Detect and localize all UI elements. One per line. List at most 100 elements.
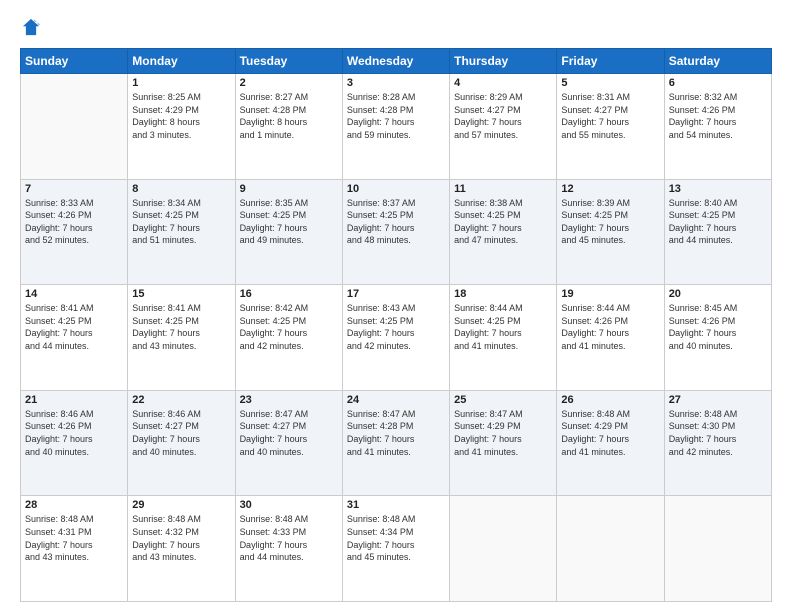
day-info: Sunrise: 8:48 AM Sunset: 4:33 PM Dayligh… [240, 513, 338, 563]
day-number: 11 [454, 183, 552, 195]
calendar-header-thursday: Thursday [450, 49, 557, 74]
day-info: Sunrise: 8:33 AM Sunset: 4:26 PM Dayligh… [25, 197, 123, 247]
day-info: Sunrise: 8:46 AM Sunset: 4:27 PM Dayligh… [132, 408, 230, 458]
day-info: Sunrise: 8:28 AM Sunset: 4:28 PM Dayligh… [347, 91, 445, 141]
day-info: Sunrise: 8:41 AM Sunset: 4:25 PM Dayligh… [132, 302, 230, 352]
calendar-cell: 19 Sunrise: 8:44 AM Sunset: 4:26 PM Dayli… [557, 285, 664, 391]
day-info: Sunrise: 8:35 AM Sunset: 4:25 PM Dayligh… [240, 197, 338, 247]
calendar-cell: 14Sunrise: 8:41 AM Sunset: 4:25 PM Dayli… [21, 285, 128, 391]
calendar-cell: 17 Sunrise: 8:43 AM Sunset: 4:25 PM Dayli… [342, 285, 449, 391]
header [20, 16, 772, 38]
day-info: Sunrise: 8:47 AM Sunset: 4:28 PM Dayligh… [347, 408, 445, 458]
day-info: Sunrise: 8:29 AM Sunset: 4:27 PM Dayligh… [454, 91, 552, 141]
calendar-cell [450, 496, 557, 602]
day-info: Sunrise: 8:34 AM Sunset: 4:25 PM Dayligh… [132, 197, 230, 247]
logo [20, 16, 46, 38]
calendar-cell: 26Sunrise: 8:48 AM Sunset: 4:29 PM Dayli… [557, 390, 664, 496]
day-info: Sunrise: 8:39 AM Sunset: 4:25 PM Dayligh… [561, 197, 659, 247]
calendar-cell: 1 Sunrise: 8:25 AM Sunset: 4:29 PM Daylig… [128, 74, 235, 180]
calendar-cell: 7 Sunrise: 8:33 AM Sunset: 4:26 PM Daylig… [21, 179, 128, 285]
calendar-header-sunday: Sunday [21, 49, 128, 74]
day-number: 19 [561, 288, 659, 300]
day-info: Sunrise: 8:48 AM Sunset: 4:30 PM Dayligh… [669, 408, 767, 458]
day-number: 2 [240, 77, 338, 89]
calendar-table: SundayMondayTuesdayWednesdayThursdayFrid… [20, 48, 772, 602]
calendar-cell: 16 Sunrise: 8:42 AM Sunset: 4:25 PM Dayli… [235, 285, 342, 391]
calendar-cell: 29Sunrise: 8:48 AM Sunset: 4:32 PM Dayli… [128, 496, 235, 602]
day-info: Sunrise: 8:43 AM Sunset: 4:25 PM Dayligh… [347, 302, 445, 352]
day-number: 10 [347, 183, 445, 195]
day-number: 24 [347, 394, 445, 406]
day-number: 15 [132, 288, 230, 300]
calendar-cell: 10 Sunrise: 8:37 AM Sunset: 4:25 PM Dayli… [342, 179, 449, 285]
day-info: Sunrise: 8:48 AM Sunset: 4:29 PM Dayligh… [561, 408, 659, 458]
day-number: 12 [561, 183, 659, 195]
calendar-week-row: 1 Sunrise: 8:25 AM Sunset: 4:29 PM Daylig… [21, 74, 772, 180]
day-number: 21 [25, 394, 123, 406]
day-info: Sunrise: 8:27 AM Sunset: 4:28 PM Dayligh… [240, 91, 338, 141]
day-info: Sunrise: 8:40 AM Sunset: 4:25 PM Dayligh… [669, 197, 767, 247]
calendar-cell: 6 Sunrise: 8:32 AM Sunset: 4:26 PM Daylig… [664, 74, 771, 180]
calendar-cell: 23 Sunrise: 8:47 AM Sunset: 4:27 PM Dayli… [235, 390, 342, 496]
day-number: 9 [240, 183, 338, 195]
calendar-cell: 31 Sunrise: 8:48 AM Sunset: 4:34 PM Dayli… [342, 496, 449, 602]
calendar-cell: 25 Sunrise: 8:47 AM Sunset: 4:29 PM Dayli… [450, 390, 557, 496]
day-number: 31 [347, 499, 445, 511]
day-number: 27 [669, 394, 767, 406]
calendar-cell: 27 Sunrise: 8:48 AM Sunset: 4:30 PM Dayli… [664, 390, 771, 496]
calendar-cell: 18Sunrise: 8:44 AM Sunset: 4:25 PM Dayli… [450, 285, 557, 391]
day-info: Sunrise: 8:46 AM Sunset: 4:26 PM Dayligh… [25, 408, 123, 458]
calendar-header-friday: Friday [557, 49, 664, 74]
day-info: Sunrise: 8:47 AM Sunset: 4:29 PM Dayligh… [454, 408, 552, 458]
calendar-cell: 24 Sunrise: 8:47 AM Sunset: 4:28 PM Dayli… [342, 390, 449, 496]
calendar-header-saturday: Saturday [664, 49, 771, 74]
calendar-cell: 30 Sunrise: 8:48 AM Sunset: 4:33 PM Dayli… [235, 496, 342, 602]
day-info: Sunrise: 8:37 AM Sunset: 4:25 PM Dayligh… [347, 197, 445, 247]
day-number: 22 [132, 394, 230, 406]
day-number: 30 [240, 499, 338, 511]
calendar-cell: 22 Sunrise: 8:46 AM Sunset: 4:27 PM Dayli… [128, 390, 235, 496]
day-info: Sunrise: 8:44 AM Sunset: 4:26 PM Dayligh… [561, 302, 659, 352]
calendar-header-tuesday: Tuesday [235, 49, 342, 74]
day-number: 5 [561, 77, 659, 89]
calendar-cell [664, 496, 771, 602]
day-info: Sunrise: 8:45 AM Sunset: 4:26 PM Dayligh… [669, 302, 767, 352]
logo-icon [20, 16, 42, 38]
day-number: 16 [240, 288, 338, 300]
day-info: Sunrise: 8:32 AM Sunset: 4:26 PM Dayligh… [669, 91, 767, 141]
calendar-week-row: 7 Sunrise: 8:33 AM Sunset: 4:26 PM Daylig… [21, 179, 772, 285]
day-number: 13 [669, 183, 767, 195]
calendar-cell: 12 Sunrise: 8:39 AM Sunset: 4:25 PM Dayli… [557, 179, 664, 285]
day-info: Sunrise: 8:48 AM Sunset: 4:31 PM Dayligh… [25, 513, 123, 563]
day-info: Sunrise: 8:25 AM Sunset: 4:29 PM Dayligh… [132, 91, 230, 141]
day-info: Sunrise: 8:47 AM Sunset: 4:27 PM Dayligh… [240, 408, 338, 458]
day-number: 17 [347, 288, 445, 300]
day-number: 20 [669, 288, 767, 300]
calendar-cell: 9 Sunrise: 8:35 AM Sunset: 4:25 PM Daylig… [235, 179, 342, 285]
day-number: 25 [454, 394, 552, 406]
calendar-week-row: 14Sunrise: 8:41 AM Sunset: 4:25 PM Dayli… [21, 285, 772, 391]
calendar-week-row: 21 Sunrise: 8:46 AM Sunset: 4:26 PM Dayli… [21, 390, 772, 496]
calendar-cell [21, 74, 128, 180]
day-info: Sunrise: 8:48 AM Sunset: 4:32 PM Dayligh… [132, 513, 230, 563]
day-info: Sunrise: 8:31 AM Sunset: 4:27 PM Dayligh… [561, 91, 659, 141]
day-number: 1 [132, 77, 230, 89]
day-number: 23 [240, 394, 338, 406]
calendar-week-row: 28Sunrise: 8:48 AM Sunset: 4:31 PM Dayli… [21, 496, 772, 602]
day-number: 3 [347, 77, 445, 89]
calendar-cell: 4 Sunrise: 8:29 AM Sunset: 4:27 PM Daylig… [450, 74, 557, 180]
calendar-cell: 11Sunrise: 8:38 AM Sunset: 4:25 PM Dayli… [450, 179, 557, 285]
calendar-cell: 8Sunrise: 8:34 AM Sunset: 4:25 PM Daylig… [128, 179, 235, 285]
calendar-header-row: SundayMondayTuesdayWednesdayThursdayFrid… [21, 49, 772, 74]
calendar-cell: 3 Sunrise: 8:28 AM Sunset: 4:28 PM Daylig… [342, 74, 449, 180]
day-number: 6 [669, 77, 767, 89]
calendar-cell: 2 Sunrise: 8:27 AM Sunset: 4:28 PM Daylig… [235, 74, 342, 180]
calendar-header-monday: Monday [128, 49, 235, 74]
day-info: Sunrise: 8:42 AM Sunset: 4:25 PM Dayligh… [240, 302, 338, 352]
day-number: 4 [454, 77, 552, 89]
day-number: 7 [25, 183, 123, 195]
page: SundayMondayTuesdayWednesdayThursdayFrid… [0, 0, 792, 612]
day-info: Sunrise: 8:48 AM Sunset: 4:34 PM Dayligh… [347, 513, 445, 563]
calendar-cell: 28Sunrise: 8:48 AM Sunset: 4:31 PM Dayli… [21, 496, 128, 602]
day-info: Sunrise: 8:44 AM Sunset: 4:25 PM Dayligh… [454, 302, 552, 352]
